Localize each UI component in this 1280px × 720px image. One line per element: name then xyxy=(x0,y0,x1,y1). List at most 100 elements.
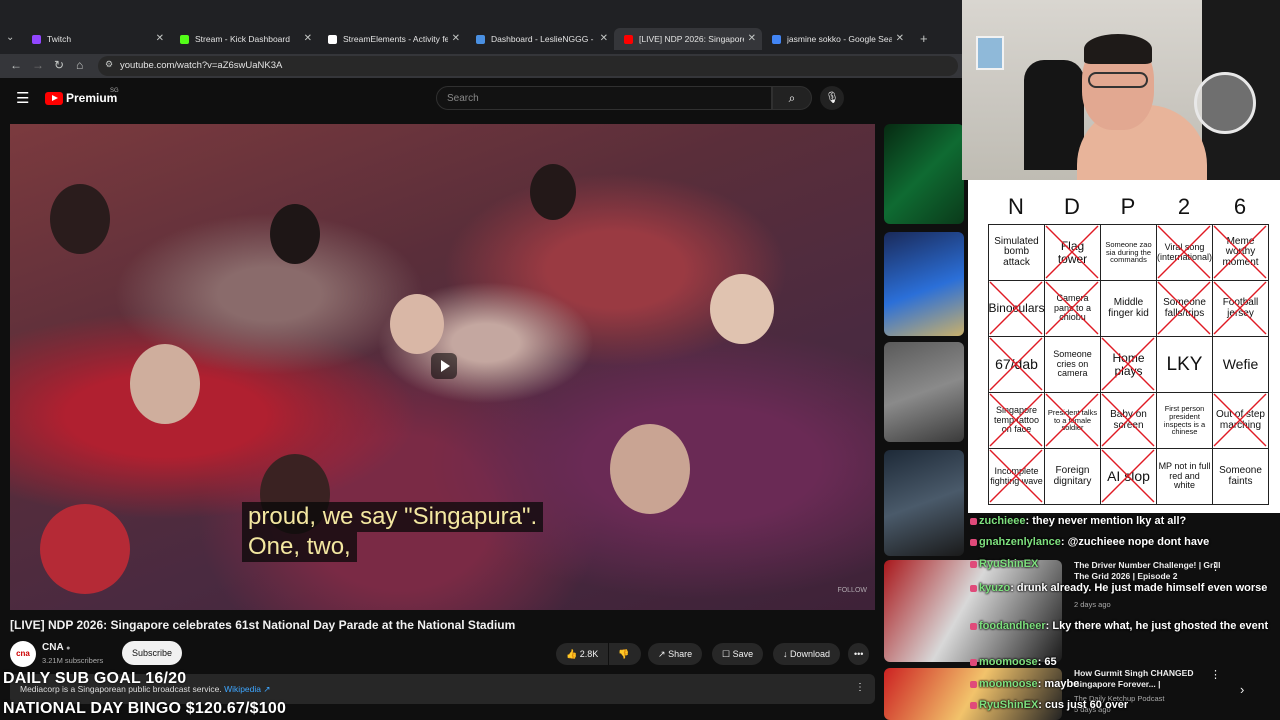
channel-avatar[interactable]: cna xyxy=(10,641,36,667)
search-button[interactable]: ⌕ xyxy=(772,86,812,110)
bingo-cell: Out of step marching xyxy=(1213,393,1269,449)
chat-badge-icon xyxy=(970,538,977,546)
browser-tab[interactable]: Twitch ✕ xyxy=(22,28,170,50)
bingo-cell: Flag tower xyxy=(1045,225,1101,281)
suggestion-menu-icon[interactable]: ⋮ xyxy=(1210,560,1221,573)
crowd-figure xyxy=(610,424,690,514)
suggestion-thumbnail[interactable] xyxy=(884,450,964,556)
bingo-cell: 67/dab xyxy=(989,337,1045,393)
suggestion-thumbnail[interactable] xyxy=(884,232,964,336)
like-button[interactable]: 👍 2.8K xyxy=(556,643,608,665)
next-chevron-icon[interactable]: › xyxy=(1240,682,1244,697)
bingo-cell: Incomplete fighting wave xyxy=(989,449,1045,505)
chat-badge-icon xyxy=(970,622,977,630)
reload-icon[interactable]: ↻ xyxy=(54,58,64,72)
bingo-cell: Singapore temp tattoo on face xyxy=(989,393,1045,449)
crowd-figure xyxy=(40,504,130,594)
suggestion-thumbnail[interactable] xyxy=(884,560,1062,662)
bingo-cell: Binoculars xyxy=(989,281,1045,337)
chat-username[interactable]: RyuShinEX xyxy=(979,558,1038,570)
chat-separator: : xyxy=(1010,582,1017,594)
verified-icon: ● xyxy=(66,645,71,652)
browser-tab[interactable]: jasmine sokko - Google Search ✕ xyxy=(762,28,910,50)
browser-tab-bar: ⌄ Twitch ✕ Stream - Kick Dashboard ✕ StreamE… xyxy=(0,0,962,54)
share-button[interactable]: ↗ Share xyxy=(648,643,703,665)
close-tab-icon[interactable]: ✕ xyxy=(748,33,756,44)
close-tab-icon[interactable]: ✕ xyxy=(600,33,608,44)
youtube-logo-icon[interactable] xyxy=(45,92,63,105)
crowd-figure xyxy=(50,184,110,254)
site-info-icon[interactable]: ⚙ xyxy=(105,59,113,70)
browser-tab[interactable]: StreamElements - Activity feed ✕ xyxy=(318,28,466,50)
bingo-cell: Camera pans to a chiobu xyxy=(1045,281,1101,337)
crowd-figure xyxy=(270,204,320,264)
url-text[interactable]: youtube.com/watch?v=aZ6swUaNK3A xyxy=(120,60,282,71)
tab-title: [LIVE] NDP 2026: Singapore ce xyxy=(639,34,744,44)
subscribe-button[interactable]: Subscribe xyxy=(122,641,182,665)
video-watermark: FOLLOW xyxy=(837,587,867,594)
tab-title: Twitch xyxy=(47,34,72,44)
bingo-header-letter: N xyxy=(1008,194,1024,219)
microphone-icon: 🎙 xyxy=(825,92,839,104)
home-icon[interactable]: ⌂ xyxy=(76,58,83,72)
channel-name[interactable]: CNA ● xyxy=(42,642,70,653)
forward-icon[interactable]: → xyxy=(32,58,44,72)
chat-username[interactable]: kyuzo xyxy=(979,582,1010,594)
tab-search-icon[interactable]: ⌄ xyxy=(6,32,14,43)
search-input[interactable]: Search xyxy=(436,86,772,110)
tab-favicon-icon xyxy=(328,34,337,44)
play-button[interactable] xyxy=(431,353,457,379)
chat-message: RyuShinEX: cus just 60 over xyxy=(970,699,1128,711)
tab-list: Twitch ✕ Stream - Kick Dashboard ✕ StreamEle… xyxy=(22,28,910,50)
wikipedia-link[interactable]: Wikipedia xyxy=(224,684,261,694)
video-player[interactable]: proud, we say "Singapura". One, two, FOL… xyxy=(10,124,875,610)
chat-username[interactable]: moomoose xyxy=(979,656,1038,668)
back-icon[interactable]: ← xyxy=(10,58,22,72)
crowd-figure xyxy=(390,294,444,354)
youtube-header: ☰ Premium SG Search ⌕ 🎙 xyxy=(0,80,962,116)
download-button[interactable]: ↓ Download xyxy=(773,643,841,665)
voice-search-button[interactable]: 🎙 xyxy=(820,86,844,110)
new-tab-icon[interactable]: + xyxy=(920,31,928,46)
suggestion-thumbnail[interactable] xyxy=(884,342,964,442)
suggestion-thumbnail[interactable] xyxy=(884,668,1062,720)
browser-tab[interactable]: Stream - Kick Dashboard ✕ xyxy=(170,28,318,50)
close-tab-icon[interactable]: ✕ xyxy=(452,33,460,44)
thumbs-up-icon: 👍 xyxy=(566,649,578,659)
fan xyxy=(1194,72,1256,134)
save-button[interactable]: ☐ Save xyxy=(712,643,764,665)
menu-icon[interactable]: ☰ xyxy=(16,89,29,107)
dislike-button[interactable]: 👎 xyxy=(609,643,641,665)
description-more-icon[interactable]: ⋮ xyxy=(855,682,865,693)
chat-message: moomoose: 65 xyxy=(970,656,1057,668)
bingo-header: N D P 2 6 xyxy=(988,194,1268,220)
more-actions-button[interactable]: ••• xyxy=(848,643,870,665)
search-placeholder: Search xyxy=(447,93,479,104)
chat-username[interactable]: gnahzenlylance xyxy=(979,536,1061,548)
suggestion-menu-icon[interactable]: ⋮ xyxy=(1210,668,1221,681)
webcam-overlay xyxy=(962,0,1280,180)
chat-username[interactable]: zuchieee xyxy=(979,515,1025,527)
browser-tab[interactable]: Dashboard - LeslieNGGG - Sym ✕ xyxy=(466,28,614,50)
bingo-grid: Simulated bomb attack Flag tower Someone z… xyxy=(988,224,1269,505)
bingo-cell: Someone cries on camera xyxy=(1045,337,1101,393)
channel-name-text[interactable]: CNA xyxy=(42,642,63,653)
share-label: Share xyxy=(668,649,693,659)
chat-text: cus just 60 over xyxy=(1045,699,1129,711)
chat-message: gnahzenlylance: @zuchieee nope dont have xyxy=(970,536,1209,548)
browser-tab[interactable]: [LIVE] NDP 2026: Singapore ce ✕ xyxy=(614,28,762,50)
close-tab-icon[interactable]: ✕ xyxy=(156,33,164,44)
bingo-cell: LKY xyxy=(1157,337,1213,393)
chat-username[interactable]: moomoose xyxy=(979,678,1038,690)
bingo-cell: First person president inspects is a chi… xyxy=(1157,393,1213,449)
tab-title: Dashboard - LeslieNGGG - Sym xyxy=(491,34,596,44)
chat-username[interactable]: RyuShinEX xyxy=(979,699,1038,711)
screen: ⌄ Twitch ✕ Stream - Kick Dashboard ✕ StreamE… xyxy=(0,0,1280,720)
address-bar[interactable]: ⚙ youtube.com/watch?v=aZ6swUaNK3A xyxy=(98,56,958,76)
close-tab-icon[interactable]: ✕ xyxy=(896,33,904,44)
close-tab-icon[interactable]: ✕ xyxy=(304,33,312,44)
chat-username[interactable]: foodandheer xyxy=(979,620,1046,632)
bingo-cell: Home plays xyxy=(1101,337,1157,393)
bingo-cell: Foreign dignitary xyxy=(1045,449,1101,505)
suggestion-thumbnail[interactable] xyxy=(884,124,964,224)
